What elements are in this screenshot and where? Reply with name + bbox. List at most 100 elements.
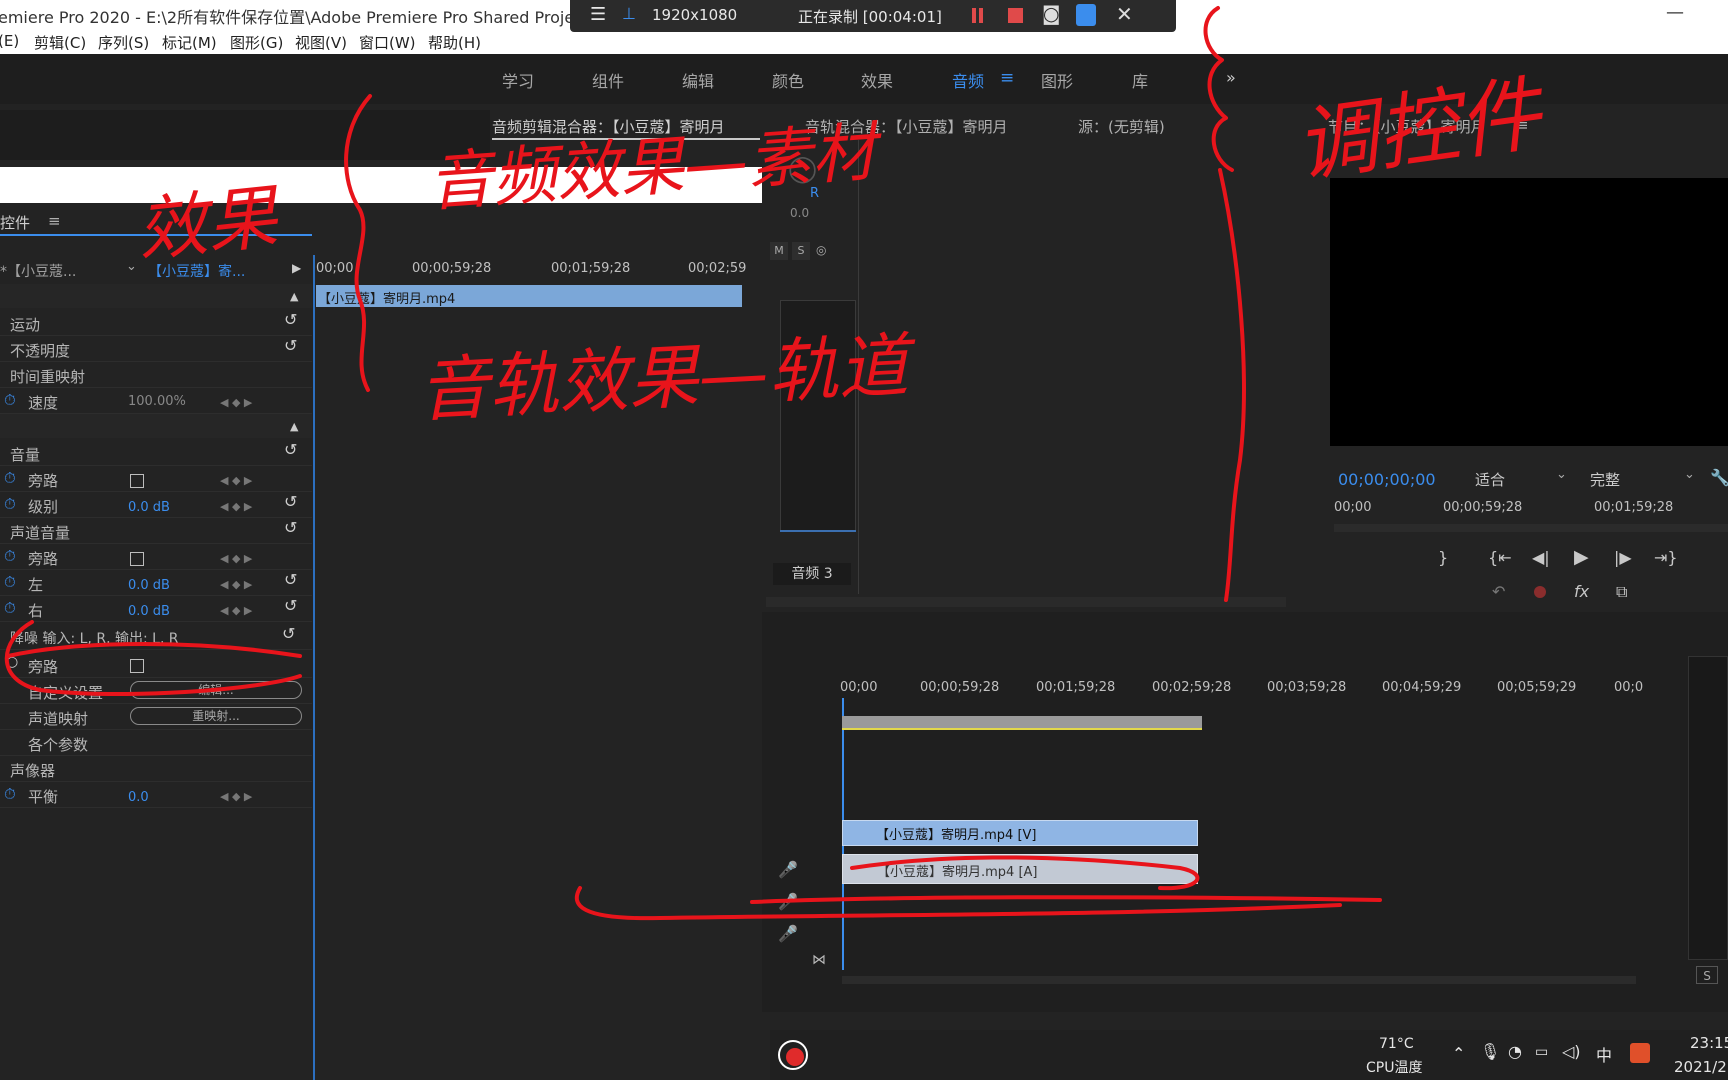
mixer-scrollbar[interactable]	[766, 597, 1286, 607]
stopwatch-icon[interactable]: ⏱	[4, 391, 16, 409]
reset-icon[interactable]: ↺	[284, 596, 297, 615]
remap-button[interactable]: 重映射...	[130, 707, 302, 725]
fx-icon[interactable]: fx	[1574, 582, 1589, 601]
reset-icon[interactable]: ↺	[284, 570, 297, 589]
close-icon[interactable]: ✕	[1116, 2, 1133, 26]
audio-clip-mixer-tab[interactable]: 音频剪辑混合器：【小豆蔻】寄明月	[492, 116, 725, 137]
master-clip-select[interactable]: *【小豆蔻...	[0, 261, 76, 281]
menu-marker[interactable]: 标记(M)	[162, 32, 217, 53]
bypass-checkbox[interactable]	[130, 659, 144, 673]
clock-date[interactable]: 2021/2	[1674, 1058, 1727, 1076]
panel-menu-icon[interactable]: ≡	[1516, 116, 1529, 134]
pin-icon[interactable]: ⊥	[622, 4, 636, 23]
wrench-icon[interactable]: 🔧	[1710, 468, 1728, 487]
mute-button[interactable]: M	[770, 242, 788, 260]
quality-select[interactable]: 完整	[1590, 469, 1620, 490]
collapse-icon[interactable]: ▲	[290, 290, 298, 303]
keyframe-nav[interactable]: ◀ ◆ ▶	[220, 790, 252, 803]
bypass-checkbox[interactable]	[130, 474, 144, 488]
source-tab[interactable]: 源：(无剪辑)	[1078, 116, 1165, 137]
solo-button[interactable]: S	[792, 242, 810, 260]
keyframe-nav[interactable]: ◀ ◆ ▶	[220, 474, 252, 487]
collapse-icon[interactable]: ▲	[290, 420, 298, 433]
step-back-icon[interactable]: ◀|	[1532, 548, 1550, 567]
volume-icon[interactable]: ◁)	[1562, 1042, 1581, 1061]
speed-value[interactable]: 100.00%	[128, 394, 186, 409]
stop-icon[interactable]	[1008, 8, 1023, 23]
edit-button[interactable]: 编辑...	[130, 681, 302, 699]
reset-icon[interactable]: ↺	[284, 492, 297, 511]
left-value[interactable]: 0.0 dB	[128, 578, 170, 593]
menu-window[interactable]: 窗口(W)	[359, 32, 416, 53]
menu-sequence[interactable]: 序列(S)	[98, 32, 149, 53]
level-value[interactable]: 0.0 dB	[128, 500, 170, 515]
workspace-libraries[interactable]: 库	[1132, 68, 1148, 92]
reset-icon[interactable]: ↺	[284, 440, 297, 459]
timeline-scrollbar[interactable]	[842, 976, 1636, 984]
solo-meters-button[interactable]: S	[1696, 966, 1718, 984]
undo-icon[interactable]: ↶	[1492, 582, 1505, 601]
audio-track-mixer-tab[interactable]: 音轨混合器：【小豆蔻】寄明月	[805, 116, 1008, 137]
more-workspaces-icon[interactable]: »	[1226, 68, 1236, 87]
pen-icon[interactable]	[1076, 4, 1096, 26]
workspace-color[interactable]: 颜色	[772, 68, 804, 92]
keyframe-nav[interactable]: ◀ ◆ ▶	[220, 396, 252, 409]
audio-clip[interactable]: 【小豆蔻】寄明月.mp4 [A]	[842, 854, 1198, 884]
stopwatch-icon[interactable]: ⏱	[4, 573, 16, 591]
stopwatch-icon[interactable]: ⏱	[4, 785, 16, 803]
menu-help[interactable]: 帮助(H)	[428, 32, 481, 53]
toggle-icon[interactable]: ○	[6, 654, 18, 670]
menu-view[interactable]: 视图(V)	[295, 32, 347, 53]
workspace-audio[interactable]: 音频	[952, 68, 984, 92]
record-enable-icon[interactable]: ◎	[816, 243, 826, 257]
microphone-icon[interactable]: 🎤	[778, 860, 798, 879]
pm-scrubber[interactable]	[1334, 524, 1728, 532]
record-icon[interactable]	[1534, 586, 1546, 598]
camera-icon[interactable]: ◙	[1042, 3, 1060, 25]
program-video-frame[interactable]	[1330, 178, 1728, 446]
chevron-down-icon[interactable]: ⌄	[1684, 467, 1695, 482]
clock-time[interactable]: 23:15	[1690, 1034, 1728, 1052]
play-only-icon[interactable]: ▶	[292, 261, 301, 275]
sequence-clip-label[interactable]: 【小豆蔻】寄...	[148, 261, 245, 281]
work-area-bar[interactable]	[842, 716, 1202, 730]
battery-icon[interactable]: ▭	[1535, 1044, 1548, 1060]
pause-icon[interactable]	[972, 8, 976, 23]
pan-knob-icon[interactable]: ◯	[788, 154, 817, 184]
chevron-down-icon[interactable]: ⌄	[1556, 467, 1567, 482]
stopwatch-icon[interactable]: ⏱	[4, 547, 16, 565]
workspace-graphics[interactable]: 图形	[1041, 68, 1073, 92]
export-frame-icon[interactable]: ⧉	[1616, 582, 1627, 602]
right-value[interactable]: 0.0 dB	[128, 604, 170, 619]
stopwatch-icon[interactable]: ⏱	[4, 599, 16, 617]
workspace-menu-icon[interactable]: ≡	[1000, 68, 1014, 88]
step-forward-icon[interactable]: |▶	[1614, 548, 1632, 567]
balance-value[interactable]: 0.0	[128, 790, 149, 805]
reset-icon[interactable]: ↺	[282, 624, 295, 643]
keyframe-nav[interactable]: ◀ ◆ ▶	[220, 552, 252, 565]
bypass-checkbox[interactable]	[130, 552, 144, 566]
menu-clip[interactable]: 剪辑(C)	[34, 32, 86, 53]
microphone-tray-icon[interactable]: 🎙	[1480, 1042, 1500, 1061]
effect-row-motion[interactable]	[0, 310, 312, 336]
menu-edit[interactable]: (E)	[0, 32, 19, 50]
reset-icon[interactable]: ↺	[284, 310, 297, 329]
ime-indicator[interactable]: 中	[1596, 1042, 1612, 1066]
mark-out-icon[interactable]: }	[1438, 548, 1448, 567]
stopwatch-icon[interactable]: ⏱	[4, 469, 16, 487]
keyframe-nav[interactable]: ◀ ◆ ▶	[220, 604, 252, 617]
mix-icon[interactable]: ⋈	[812, 952, 826, 968]
keyframe-nav[interactable]: ◀ ◆ ▶	[220, 500, 252, 513]
workspace-effects[interactable]: 效果	[861, 68, 893, 92]
go-to-in-icon[interactable]: {⇤	[1488, 548, 1512, 567]
menu-icon[interactable]: ☰	[590, 4, 606, 25]
chevron-up-icon[interactable]: ⌃	[1452, 1044, 1465, 1063]
fit-select[interactable]: 适合	[1475, 469, 1505, 490]
workspace-assembly[interactable]: 组件	[592, 68, 624, 92]
workspace-learn[interactable]: 学习	[502, 68, 534, 92]
video-clip[interactable]: 【小豆蔻】寄明月.mp4 [V]	[842, 820, 1198, 846]
menu-graphics[interactable]: 图形(G)	[230, 32, 283, 53]
play-icon[interactable]: ▶	[1574, 546, 1589, 568]
chevron-down-icon[interactable]: ⌄	[126, 259, 137, 274]
wifi-icon[interactable]: ◔	[1508, 1042, 1522, 1061]
